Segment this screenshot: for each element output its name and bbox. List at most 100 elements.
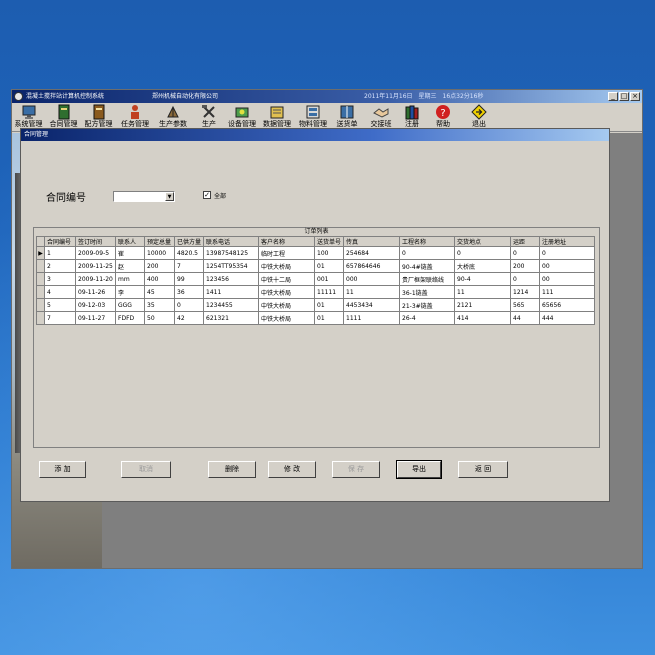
table-cell[interactable]: mm	[115, 272, 145, 286]
toolbar-system-button[interactable]: 系统管理	[13, 104, 44, 131]
table-cell[interactable]: 254684	[343, 246, 401, 260]
toolbar-recipe-button[interactable]: 配方管理	[83, 104, 114, 131]
table-cell[interactable]: 中铁大桥局	[258, 311, 316, 325]
column-header[interactable]: 客户名称	[258, 236, 316, 247]
table-cell[interactable]: 0	[399, 246, 456, 260]
toolbar-delivery-button[interactable]: 送货单	[332, 104, 362, 131]
table-row[interactable]: 5 09-12-03 GGG 35 0 1234455 中铁大桥局 01 4453434 21-3…	[36, 298, 596, 312]
modify-button[interactable]: 修 改	[268, 461, 316, 478]
table-cell[interactable]: 2009-09-5	[75, 246, 116, 260]
row-indicator[interactable]: ▶	[36, 246, 45, 260]
table-cell[interactable]: 09-12-03	[75, 298, 116, 312]
table-cell[interactable]: 90-4	[454, 272, 512, 286]
table-cell[interactable]: 5	[44, 298, 76, 312]
row-indicator[interactable]	[36, 259, 45, 273]
table-cell[interactable]: 45	[144, 285, 175, 299]
row-indicator[interactable]	[36, 285, 45, 299]
table-cell[interactable]: 200	[144, 259, 175, 273]
column-header[interactable]: 送货单号	[314, 236, 345, 247]
chevron-down-icon[interactable]: ▼	[165, 192, 174, 201]
toolbar-material-button[interactable]: 物料管理	[296, 104, 330, 131]
maximize-button[interactable]: □	[619, 92, 629, 101]
table-cell[interactable]: 565	[510, 298, 541, 312]
table-cell[interactable]: 200	[510, 259, 541, 273]
table-cell[interactable]: 0	[539, 246, 596, 260]
back-button[interactable]: 返 回	[458, 461, 508, 478]
table-cell[interactable]: 414	[454, 311, 512, 325]
toolbar-help-button[interactable]: ? 帮助	[430, 104, 456, 131]
toolbar-contract-button[interactable]: 合同管理	[48, 104, 79, 131]
table-cell[interactable]: 621321	[203, 311, 260, 325]
close-button[interactable]: ×	[630, 92, 640, 101]
table-cell[interactable]: 1111	[343, 311, 401, 325]
table-cell[interactable]: 7	[173, 259, 205, 273]
table-cell[interactable]: 21-3#链盖	[399, 298, 456, 312]
table-cell[interactable]: 65656	[539, 298, 596, 312]
table-cell[interactable]: 2	[44, 259, 76, 273]
toolbar-exit-button[interactable]: 退出	[466, 104, 492, 131]
table-cell[interactable]: 42	[173, 311, 205, 325]
table-cell[interactable]: 26-4	[399, 311, 456, 325]
toolbar-data-button[interactable]: 数据管理	[260, 104, 294, 131]
toolbar-shift-button[interactable]: 交接班	[364, 104, 398, 131]
column-header[interactable]: 注册地址	[539, 236, 596, 247]
column-header[interactable]: 已供方量	[173, 236, 205, 247]
table-cell[interactable]: 0	[173, 298, 205, 312]
table-cell[interactable]: 444	[539, 311, 596, 325]
table-cell[interactable]: 临时工程	[258, 246, 316, 260]
column-header[interactable]: 运距	[510, 236, 541, 247]
table-cell[interactable]: 1	[44, 246, 76, 260]
toolbar-production-button[interactable]: 生产	[194, 104, 224, 131]
column-header[interactable]: 预定总量	[144, 236, 175, 247]
add-button[interactable]: 添 加	[39, 461, 86, 478]
table-cell[interactable]: 100	[314, 246, 345, 260]
table-cell[interactable]: 01	[314, 311, 345, 325]
table-cell[interactable]: 7	[44, 311, 76, 325]
table-cell[interactable]: 400	[144, 272, 175, 286]
table-cell[interactable]: 2009-11-25	[75, 259, 116, 273]
table-cell[interactable]: 1411	[203, 285, 260, 299]
table-cell[interactable]: 09-11-26	[75, 285, 116, 299]
table-cell[interactable]: 0	[510, 246, 541, 260]
table-row[interactable]: 4 09-11-26 李 45 36 1411 中铁大桥局 11111 11 36-1链盖 11 12…	[36, 285, 596, 299]
toolbar-task-button[interactable]: 任务管理	[118, 104, 152, 131]
table-row[interactable]: 2 2009-11-25 赵 200 7 1254TT95354 中铁大桥局 01 657864…	[36, 259, 596, 273]
table-cell[interactable]: 1234455	[203, 298, 260, 312]
table-row[interactable]: ▶ 1 2009-09-5 崔 10000 4820.5 13987548125 临时工程 10…	[36, 246, 596, 260]
column-header[interactable]: 合同编号	[44, 236, 76, 247]
table-cell[interactable]: 0	[454, 246, 512, 260]
table-cell[interactable]: 99	[173, 272, 205, 286]
toolbar-parameters-button[interactable]: 生产参数	[155, 104, 191, 131]
table-cell[interactable]: 中铁十二局	[258, 272, 316, 286]
table-cell[interactable]: 1214	[510, 285, 541, 299]
table-cell[interactable]: 11	[454, 285, 512, 299]
table-cell[interactable]: 李	[115, 285, 145, 299]
table-cell[interactable]: 123456	[203, 272, 260, 286]
order-table[interactable]: 合同编号 签订时间 联系人 预定总量 已供方量 联系电话 客户名称 送货单号 传…	[36, 236, 596, 325]
table-cell[interactable]: 00	[539, 272, 596, 286]
toolbar-device-button[interactable]: 设备管理	[225, 104, 259, 131]
minimize-button[interactable]: _	[608, 92, 618, 101]
table-cell[interactable]: 13987548125	[203, 246, 260, 260]
table-cell[interactable]: 00	[539, 259, 596, 273]
table-cell[interactable]: 4453434	[343, 298, 401, 312]
table-cell[interactable]: 35	[144, 298, 175, 312]
table-cell[interactable]: 赵	[115, 259, 145, 273]
table-cell[interactable]: 4	[44, 285, 76, 299]
table-cell[interactable]: 657864646	[343, 259, 401, 273]
table-cell[interactable]: 3	[44, 272, 76, 286]
table-cell[interactable]: GGG	[115, 298, 145, 312]
table-cell[interactable]: 01	[314, 259, 345, 273]
column-header[interactable]: 交货地点	[454, 236, 512, 247]
table-cell[interactable]: 10000	[144, 246, 175, 260]
table-cell[interactable]: 01	[314, 298, 345, 312]
table-cell[interactable]: 36	[173, 285, 205, 299]
table-cell[interactable]: 90-4#链盖	[399, 259, 456, 273]
table-cell[interactable]: 贵厂框架联络线	[399, 272, 456, 286]
table-cell[interactable]: 50	[144, 311, 175, 325]
table-cell[interactable]: 大桥底	[454, 259, 512, 273]
save-button[interactable]: 保 存	[332, 461, 380, 478]
cancel-button[interactable]: 取消	[121, 461, 171, 478]
column-header[interactable]: 联系电话	[203, 236, 260, 247]
table-cell[interactable]: 09-11-27	[75, 311, 116, 325]
